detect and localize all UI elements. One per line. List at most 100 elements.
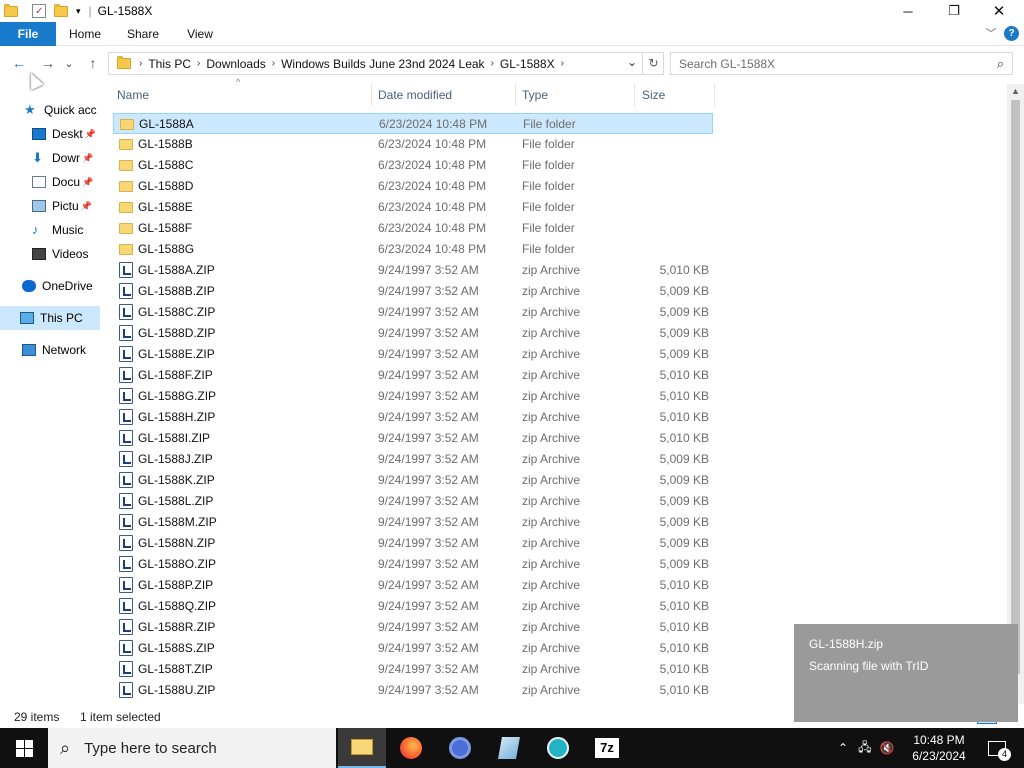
sidebar-item-docu[interactable]: Docu 📌 bbox=[0, 170, 100, 194]
taskbar-7zip[interactable]: 7z bbox=[583, 728, 631, 768]
search-input[interactable]: Search GL-1588X bbox=[679, 57, 775, 71]
back-button[interactable]: ← bbox=[9, 54, 29, 72]
maximize-button[interactable]: ❐ bbox=[931, 0, 977, 22]
breadcrumb-gl-1588x[interactable]: GL-1588X bbox=[496, 57, 559, 71]
sidebar-item-deskt[interactable]: Deskt 📌 bbox=[0, 122, 100, 146]
help-icon[interactable]: ? bbox=[1004, 26, 1019, 41]
sidebar-item-onedrive[interactable]: OneDrive bbox=[0, 274, 100, 298]
file-name: GL-1588C.ZIP bbox=[138, 305, 216, 319]
sidebar-item-this-pc[interactable]: This PC bbox=[0, 306, 100, 330]
search-icon[interactable]: ⌕ bbox=[997, 56, 1004, 72]
breadcrumb-leak-folder[interactable]: Windows Builds June 23nd 2024 Leak bbox=[277, 57, 488, 71]
clock[interactable]: 10:48 PM 6/23/2024 bbox=[908, 728, 970, 768]
breadcrumb-separator[interactable]: › bbox=[559, 58, 566, 69]
file-row[interactable]: GL-1588K.ZIP 9/24/1997 3:52 AM zip Archive… bbox=[113, 470, 713, 491]
file-row[interactable]: GL-1588E.ZIP 9/24/1997 3:52 AM zip Archive… bbox=[113, 344, 713, 365]
breadcrumb-separator[interactable]: › bbox=[137, 58, 144, 69]
file-row[interactable]: GL-1588J.ZIP 9/24/1997 3:52 AM zip Archive… bbox=[113, 449, 713, 470]
taskbar-arduino[interactable] bbox=[534, 728, 582, 768]
file-row[interactable]: GL-1588B.ZIP 9/24/1997 3:52 AM zip Archive… bbox=[113, 281, 713, 302]
column-divider[interactable] bbox=[714, 84, 715, 106]
column-header-type[interactable]: Type bbox=[518, 84, 636, 106]
sidebar-item-network[interactable]: Network bbox=[0, 338, 100, 362]
new-folder-icon[interactable] bbox=[54, 3, 68, 17]
breadcrumb-separator[interactable]: › bbox=[489, 58, 496, 69]
breadcrumb-separator[interactable]: › bbox=[270, 58, 277, 69]
properties-icon[interactable]: ✓ bbox=[32, 4, 46, 18]
column-divider[interactable] bbox=[515, 84, 516, 106]
taskbar-file-explorer[interactable] bbox=[338, 728, 386, 768]
scroll-up-icon[interactable]: ▲ bbox=[1011, 86, 1020, 96]
taskbar-notepad[interactable] bbox=[485, 728, 533, 768]
taskbar-search[interactable]: ⌕ Type here to search bbox=[48, 728, 336, 768]
file-row[interactable]: GL-1588G.ZIP 9/24/1997 3:52 AM zip Archive… bbox=[113, 386, 713, 407]
column-divider[interactable] bbox=[634, 84, 635, 106]
breadcrumb-this-pc[interactable]: This PC bbox=[144, 57, 195, 71]
file-name: GL-1588M.ZIP bbox=[138, 515, 217, 529]
file-row[interactable]: GL-1588A 6/23/2024 10:48 PM File folder bbox=[113, 113, 713, 134]
taskbar-firefox[interactable] bbox=[387, 728, 435, 768]
file-row[interactable]: GL-1588D.ZIP 9/24/1997 3:52 AM zip Archive… bbox=[113, 323, 713, 344]
file-row[interactable]: GL-1588O.ZIP 9/24/1997 3:52 AM zip Archive… bbox=[113, 554, 713, 575]
file-row[interactable]: GL-1588L.ZIP 9/24/1997 3:52 AM zip Archive… bbox=[113, 491, 713, 512]
file-row[interactable]: GL-1588S.ZIP 9/24/1997 3:52 AM zip Archive… bbox=[113, 638, 713, 659]
taskbar-chrome[interactable] bbox=[436, 728, 484, 768]
column-header-size[interactable]: Size bbox=[638, 84, 714, 106]
column-divider[interactable] bbox=[371, 84, 372, 106]
file-row[interactable]: GL-1588F 6/23/2024 10:48 PM File folder bbox=[113, 218, 713, 239]
address-dropdown-icon[interactable]: ⌄ bbox=[627, 55, 637, 69]
file-row[interactable]: GL-1588N.ZIP 9/24/1997 3:52 AM zip Archive… bbox=[113, 533, 713, 554]
breadcrumb-downloads[interactable]: Downloads bbox=[202, 57, 269, 71]
tab-share[interactable]: Share bbox=[120, 22, 166, 46]
file-row[interactable]: GL-1588G 6/23/2024 10:48 PM File folder bbox=[113, 239, 713, 260]
column-header-date[interactable]: Date modified bbox=[374, 84, 516, 106]
forward-button[interactable]: → bbox=[38, 54, 58, 72]
file-row[interactable]: GL-1588C.ZIP 9/24/1997 3:52 AM zip Archive… bbox=[113, 302, 713, 323]
sidebar-item-dowr[interactable]: ⬇ Dowr 📌 bbox=[0, 146, 100, 170]
sidebar-item-videos[interactable]: Videos bbox=[0, 242, 100, 266]
zip-archive-icon bbox=[119, 640, 133, 656]
file-row[interactable]: GL-1588T.ZIP 9/24/1997 3:52 AM zip Archive… bbox=[113, 659, 713, 680]
file-row[interactable]: GL-1588C 6/23/2024 10:48 PM File folder bbox=[113, 155, 713, 176]
tab-home[interactable]: Home bbox=[62, 22, 108, 46]
file-row[interactable]: GL-1588D 6/23/2024 10:48 PM File folder bbox=[113, 176, 713, 197]
file-size: 5,010 KB bbox=[659, 389, 709, 403]
file-row[interactable]: GL-1588E 6/23/2024 10:48 PM File folder bbox=[113, 197, 713, 218]
minimize-button[interactable]: ─ bbox=[885, 0, 931, 22]
expand-ribbon-icon[interactable]: ﹀ bbox=[982, 22, 1000, 46]
volume-muted-icon[interactable]: 🔇 bbox=[879, 741, 894, 755]
sidebar-item-quick-acc[interactable]: ★ Quick acc bbox=[0, 98, 100, 122]
file-row[interactable]: GL-1588A.ZIP 9/24/1997 3:52 AM zip Archive… bbox=[113, 260, 713, 281]
file-row[interactable]: GL-1588Q.ZIP 9/24/1997 3:52 AM zip Archive… bbox=[113, 596, 713, 617]
file-row[interactable]: GL-1588M.ZIP 9/24/1997 3:52 AM zip Archive… bbox=[113, 512, 713, 533]
breadcrumb-separator[interactable]: › bbox=[195, 58, 202, 69]
file-row[interactable]: GL-1588P.ZIP 9/24/1997 3:52 AM zip Archive… bbox=[113, 575, 713, 596]
file-row[interactable]: GL-1588R.ZIP 9/24/1997 3:52 AM zip Archive… bbox=[113, 617, 713, 638]
file-size: 5,010 KB bbox=[659, 368, 709, 382]
start-button[interactable] bbox=[0, 728, 48, 768]
tab-view[interactable]: View bbox=[178, 22, 222, 46]
file-row[interactable]: GL-1588F.ZIP 9/24/1997 3:52 AM zip Archive… bbox=[113, 365, 713, 386]
file-row[interactable]: GL-1588H.ZIP 9/24/1997 3:52 AM zip Archive… bbox=[113, 407, 713, 428]
file-row[interactable]: GL-1588U.ZIP 9/24/1997 3:52 AM zip Archive… bbox=[113, 680, 713, 701]
column-header-name[interactable]: Name bbox=[113, 84, 371, 106]
network-icon[interactable]: 🖧 bbox=[858, 738, 871, 759]
file-date: 6/23/2024 10:48 PM bbox=[379, 117, 488, 131]
close-button[interactable]: ✕ bbox=[976, 0, 1022, 22]
tab-file[interactable]: File bbox=[0, 22, 56, 46]
show-hidden-icons-icon[interactable]: ⌃ bbox=[838, 741, 848, 755]
file-row[interactable]: GL-1588B 6/23/2024 10:48 PM File folder bbox=[113, 134, 713, 155]
file-row[interactable]: GL-1588I.ZIP 9/24/1997 3:52 AM zip Archive… bbox=[113, 428, 713, 449]
sidebar-item-pictu[interactable]: Pictu 📌 bbox=[0, 194, 100, 218]
customize-toolbar-icon[interactable]: ▾ bbox=[76, 6, 81, 17]
refresh-button[interactable]: ↻ bbox=[642, 52, 664, 75]
notification-toast[interactable]: GL-1588H.zip Scanning file with TrID bbox=[794, 624, 1018, 722]
sidebar-item-music[interactable]: ♪ Music bbox=[0, 218, 100, 242]
taskbar-search-input[interactable]: Type here to search bbox=[84, 740, 217, 757]
recent-locations-button[interactable]: ⌄ bbox=[62, 54, 76, 72]
search-box[interactable]: Search GL-1588X ⌕ bbox=[670, 52, 1013, 75]
address-bar[interactable]: › This PC › Downloads › Windows Builds J… bbox=[108, 52, 664, 75]
up-button[interactable]: ↑ bbox=[83, 54, 103, 72]
action-center-button[interactable]: 4 bbox=[982, 728, 1012, 768]
scrollbar-thumb[interactable] bbox=[1011, 100, 1020, 674]
